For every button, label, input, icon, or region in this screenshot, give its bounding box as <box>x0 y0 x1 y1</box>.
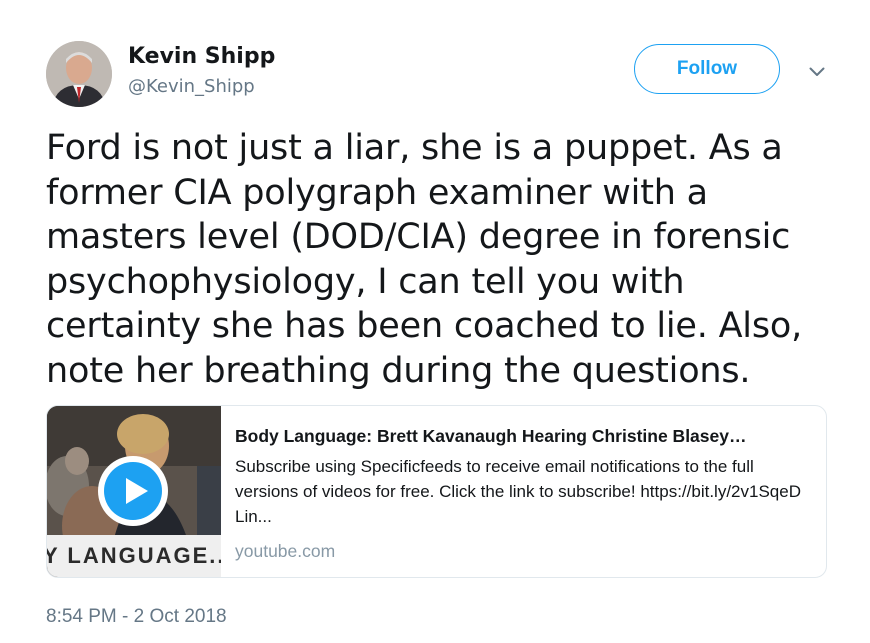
card-content[interactable]: Body Language: Brett Kavanaugh Hearing C… <box>235 416 815 563</box>
tweet-timestamp[interactable]: 8:54 PM - 2 Oct 2018 <box>46 606 227 628</box>
card-description: Subscribe using Specificfeeds to receive… <box>235 457 801 526</box>
tweet-menu-button[interactable] <box>805 60 829 84</box>
play-button[interactable] <box>95 453 171 529</box>
profile-photo <box>46 41 112 107</box>
play-icon <box>98 456 168 526</box>
tweet-text: Ford is not just a liar, she is a puppet… <box>46 128 803 391</box>
card-domain: youtube.com <box>235 541 336 561</box>
thumbnail-caption: Y LANGUAGE... <box>47 543 221 568</box>
author-handle[interactable]: @Kevin_Shipp <box>128 74 255 100</box>
card-title: Body Language: Brett Kavanaugh Hearing C… <box>235 426 747 446</box>
video-thumbnail[interactable]: Y LANGUAGE... <box>47 406 221 577</box>
avatar[interactable] <box>46 41 112 107</box>
follow-button[interactable]: Follow <box>634 44 780 94</box>
author-display-name[interactable]: Kevin Shipp <box>128 42 275 72</box>
thumbnail-caption-bar: Y LANGUAGE... <box>47 535 221 577</box>
link-card[interactable]: Y LANGUAGE... Body Language: Brett Kavan… <box>46 405 827 578</box>
chevron-down-icon <box>809 67 825 76</box>
